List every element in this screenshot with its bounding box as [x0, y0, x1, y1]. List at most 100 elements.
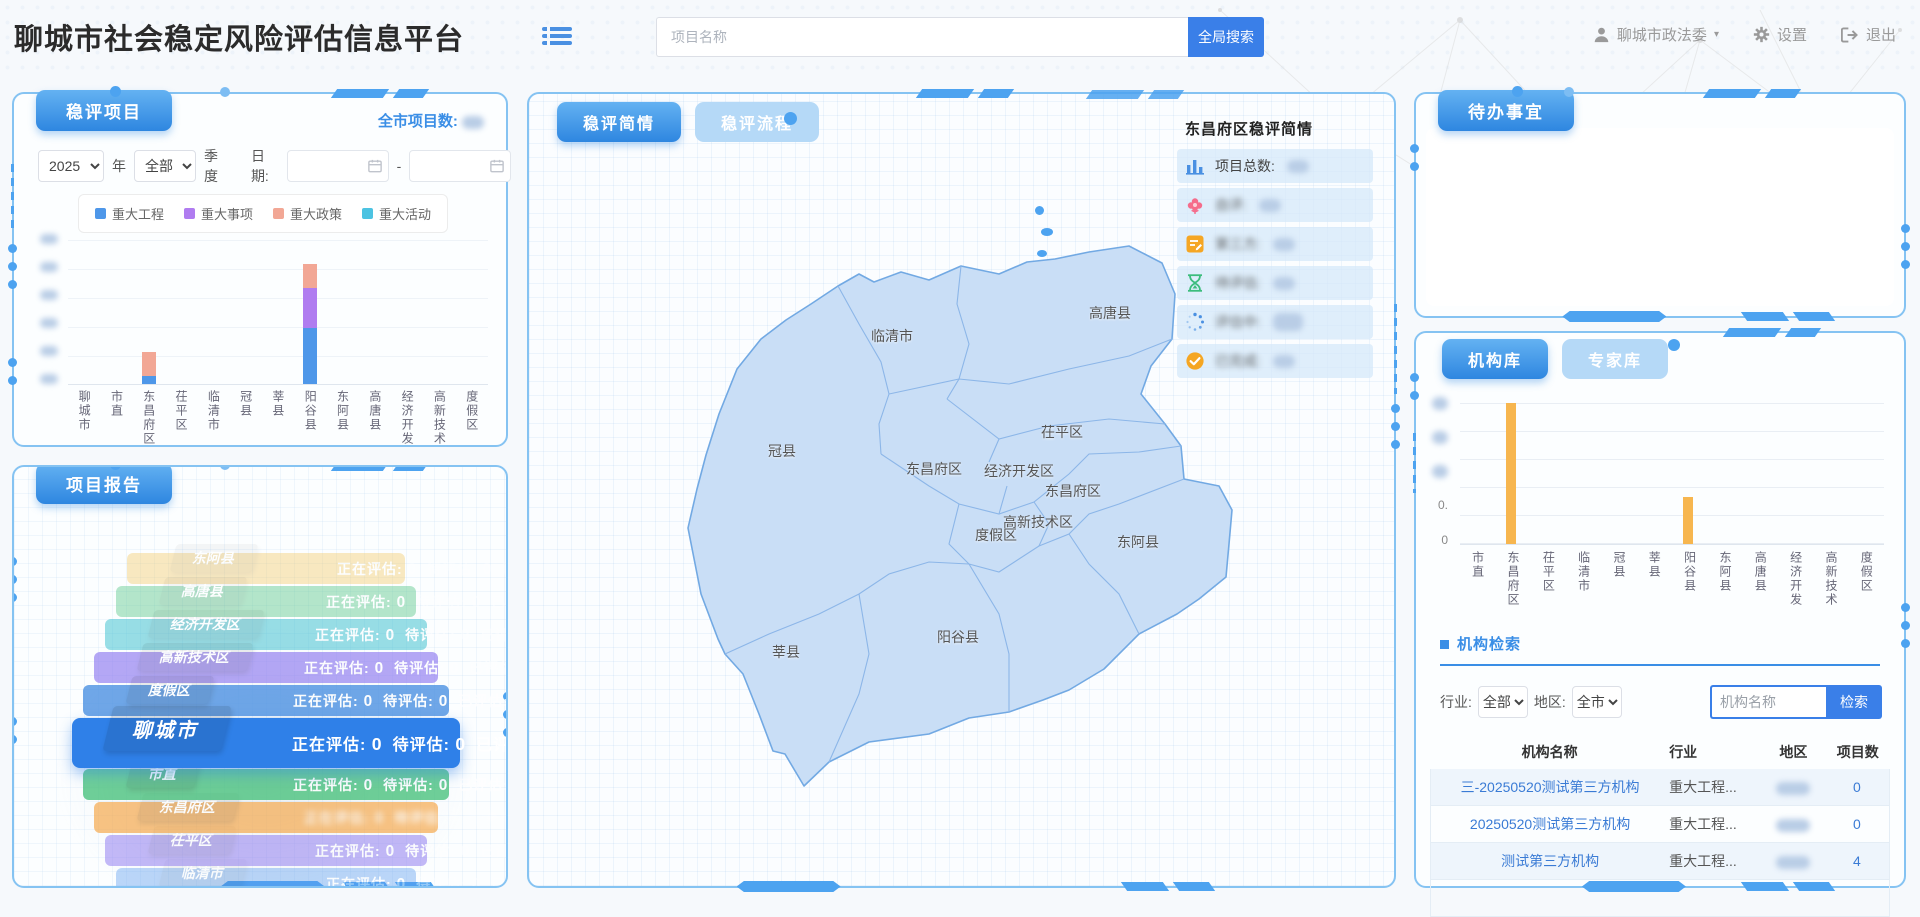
report-card-9[interactable]: 茌平区正在评估: 0待评估: 0已评估: 0 — [105, 835, 427, 866]
legend-item[interactable]: 重大事项 — [184, 204, 253, 223]
legend-item[interactable]: 重大工程 — [95, 204, 164, 223]
map-region-label[interactable]: 高唐县 — [1089, 303, 1131, 323]
stat-label: 待评估: — [1215, 273, 1261, 293]
date-end-input[interactable] — [409, 150, 510, 182]
overlay-stat-row: 第三方: — [1177, 227, 1373, 261]
menu-icon[interactable] — [542, 24, 572, 48]
redacted-district — [1776, 782, 1810, 795]
map-region-label[interactable]: 莘县 — [772, 642, 800, 662]
y-axis-blurred-ticks — [40, 234, 58, 384]
quarter-select[interactable]: 全部 — [134, 150, 196, 182]
panel-title: 稳评项目 — [36, 90, 172, 131]
x-axis-label: 度假区 — [1859, 551, 1873, 607]
bar-segment — [142, 352, 156, 376]
redacted-value — [1273, 238, 1295, 251]
table-row[interactable]: 20250520测试第三方机构 重大工程... 0 — [1430, 806, 1890, 843]
legend-item[interactable]: 重大活动 — [362, 204, 431, 223]
x-axis-label: 茌平区 — [174, 390, 188, 446]
settings-label: 设置 — [1777, 24, 1807, 45]
district-select[interactable]: 全市 — [1572, 686, 1622, 718]
redacted-value — [462, 116, 484, 129]
org-search-button[interactable]: 检索 — [1826, 685, 1882, 719]
app-header: 聊城市社会稳定风险评估信息平台 全局搜索 聊城市政法委 ▾ 设置 — [0, 0, 1920, 73]
user-icon — [1593, 26, 1610, 43]
x-axis-label: 阳谷县 — [303, 390, 317, 446]
table-header-row: 机构名称 行业 地区 项目数 — [1430, 735, 1890, 769]
district-label: 地区: — [1534, 692, 1566, 712]
region-label: 度假区 — [126, 676, 215, 704]
settings-button[interactable]: 设置 — [1753, 24, 1807, 45]
report-card-10[interactable]: 临清市正在评估: 0待评估: 0已评估: 0 — [116, 868, 416, 888]
tab-expert-library[interactable]: 专家库 — [1562, 339, 1668, 379]
x-axis-label: 经济开发 — [1789, 551, 1803, 607]
report-card-7[interactable]: 市直正在评估: 0待评估: 0已评估: 0 — [83, 769, 449, 800]
table-row[interactable]: 测试第三方机构 重大工程... 4 — [1430, 843, 1890, 880]
logout-icon — [1841, 27, 1859, 43]
bullet-square-icon — [1440, 640, 1449, 649]
x-axis-label: 东昌府区 — [142, 390, 156, 446]
org-count-chart — [1460, 403, 1884, 545]
region-stats: 正在评估: 0待评估: 0已评估: 0 — [292, 731, 508, 755]
map-region-label[interactable]: 度假区 — [975, 525, 1017, 545]
user-name: 聊城市政法委 — [1617, 24, 1707, 45]
year-select[interactable]: 2025 — [38, 150, 104, 182]
search-input[interactable] — [656, 17, 1188, 57]
year-suffix: 年 — [112, 156, 126, 176]
map-region-label[interactable]: 临清市 — [871, 326, 913, 346]
region-stats: 正在评估: 0待评估: 0已评估: 0 — [326, 874, 508, 889]
bar-column — [1506, 403, 1520, 544]
stat-label: 第三方: — [1215, 234, 1261, 254]
date-separator: - — [397, 158, 402, 174]
date-start-input[interactable] — [287, 150, 388, 182]
user-menu[interactable]: 聊城市政法委 ▾ — [1593, 24, 1719, 45]
report-card-6[interactable]: 聊城市正在评估: 0待评估: 0已评估: 0 — [72, 718, 460, 768]
x-axis-label: 聊城市 — [77, 390, 91, 446]
edit-icon — [1185, 234, 1205, 254]
map-region-label[interactable]: 东阿县 — [1117, 532, 1159, 552]
page-title: 聊城市社会稳定风险评估信息平台 — [14, 16, 464, 58]
map-region-label[interactable]: 经济开发区 — [984, 461, 1054, 481]
industry-select[interactable]: 全部 — [1478, 686, 1528, 718]
overlay-stat-row: 待评估: — [1177, 266, 1373, 300]
panel-title: 项目报告 — [36, 465, 172, 504]
org-name-link[interactable]: 20250520测试第三方机构 — [1431, 814, 1669, 834]
x-axis-label: 高新技术 — [432, 390, 446, 446]
overlay-stat-row: 项目总数: — [1177, 149, 1373, 183]
flower-icon — [1185, 195, 1205, 215]
global-search: 全局搜索 — [656, 17, 1264, 57]
stable-chart-columns — [68, 240, 488, 385]
bar-segment — [1506, 403, 1516, 544]
region-stats: 正在评估: 0待评估: 0已评估: 0 — [337, 559, 508, 579]
table-row[interactable]: 三-20250520测试第三方机构 重大工程... 0 — [1430, 769, 1890, 806]
org-name-input[interactable] — [1710, 685, 1826, 719]
calendar-icon — [490, 159, 504, 173]
x-axis-label: 莘县 — [271, 390, 285, 446]
x-axis-label: 高新技术 — [1824, 551, 1838, 607]
tab-stability-process[interactable]: 稳评流程 — [695, 102, 819, 142]
overlay-stat-row: 已完成: — [1177, 344, 1373, 378]
panel-stable-projects: 稳评项目 全市项目数: 2025 年 全部 季度 日期: - — [12, 92, 508, 447]
map-region-label[interactable]: 东昌府区 — [906, 459, 962, 479]
map-region-label[interactable]: 东昌府区 — [1045, 481, 1101, 501]
report-card-8[interactable]: 东昌府区正在评估: 0待评估: 0已评估: 0 — [94, 802, 438, 833]
tab-stability-brief[interactable]: 稳评简情 — [557, 102, 681, 142]
calendar-icon — [368, 159, 382, 173]
logout-button[interactable]: 退出 — [1841, 24, 1896, 45]
global-search-button[interactable]: 全局搜索 — [1188, 17, 1264, 57]
x-axis-label: 临清市 — [1577, 551, 1591, 607]
org-name-link[interactable]: 测试第三方机构 — [1431, 851, 1669, 871]
region-stats: 正在评估: 0待评估: 0已评估: 0 — [315, 841, 508, 861]
panel-title: 待办事宜 — [1438, 90, 1574, 131]
map-region-label[interactable]: 茌平区 — [1041, 422, 1083, 442]
legend-item[interactable]: 重大政策 — [273, 204, 342, 223]
tab-org-library[interactable]: 机构库 — [1442, 339, 1548, 379]
bar-chart-icon — [1185, 156, 1205, 176]
stat-label: 项目总数: — [1215, 156, 1275, 176]
map-region-label[interactable]: 阳谷县 — [937, 627, 979, 647]
org-name-link[interactable]: 三-20250520测试第三方机构 — [1431, 777, 1669, 797]
x-axis-label: 市直 — [109, 390, 123, 446]
region-stats: 正在评估: 0待评估: 0已评估: 0 — [293, 691, 508, 711]
region-label: 高唐县 — [159, 577, 248, 605]
map-region-label[interactable]: 冠县 — [768, 441, 796, 461]
x-axis-label: 阳谷县 — [1683, 551, 1697, 607]
